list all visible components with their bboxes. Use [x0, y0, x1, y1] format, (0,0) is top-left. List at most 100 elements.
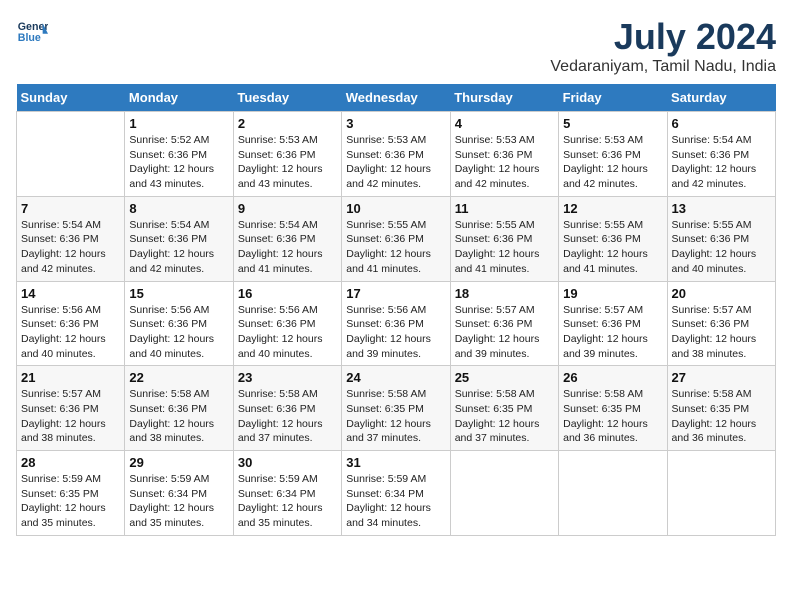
- day-info: Sunrise: 5:53 AM Sunset: 6:36 PM Dayligh…: [346, 133, 445, 192]
- calendar-cell: 25 Sunrise: 5:58 AM Sunset: 6:35 PM Dayli…: [450, 366, 558, 451]
- day-info: Sunrise: 5:54 AM Sunset: 6:36 PM Dayligh…: [21, 218, 120, 277]
- day-info: Sunrise: 5:57 AM Sunset: 6:36 PM Dayligh…: [563, 303, 662, 362]
- header-day-sunday: Sunday: [17, 84, 125, 112]
- calendar-cell: 19 Sunrise: 5:57 AM Sunset: 6:36 PM Dayli…: [559, 281, 667, 366]
- day-number: 3: [346, 116, 445, 131]
- logo-icon: General Blue: [16, 16, 48, 48]
- day-number: 19: [563, 286, 662, 301]
- calendar-week-4: 21 Sunrise: 5:57 AM Sunset: 6:36 PM Dayli…: [17, 366, 776, 451]
- day-number: 16: [238, 286, 337, 301]
- calendar-cell: 21 Sunrise: 5:57 AM Sunset: 6:36 PM Dayli…: [17, 366, 125, 451]
- day-info: Sunrise: 5:58 AM Sunset: 6:35 PM Dayligh…: [455, 387, 554, 446]
- calendar-cell: [667, 451, 775, 536]
- day-number: 25: [455, 370, 554, 385]
- day-number: 10: [346, 201, 445, 216]
- day-info: Sunrise: 5:54 AM Sunset: 6:36 PM Dayligh…: [672, 133, 771, 192]
- calendar-header-row: SundayMondayTuesdayWednesdayThursdayFrid…: [17, 84, 776, 112]
- day-info: Sunrise: 5:59 AM Sunset: 6:34 PM Dayligh…: [129, 472, 228, 531]
- day-info: Sunrise: 5:56 AM Sunset: 6:36 PM Dayligh…: [238, 303, 337, 362]
- logo: General Blue: [16, 16, 48, 48]
- day-info: Sunrise: 5:58 AM Sunset: 6:35 PM Dayligh…: [672, 387, 771, 446]
- day-info: Sunrise: 5:55 AM Sunset: 6:36 PM Dayligh…: [563, 218, 662, 277]
- calendar-week-1: 1 Sunrise: 5:52 AM Sunset: 6:36 PM Daylig…: [17, 112, 776, 197]
- day-info: Sunrise: 5:59 AM Sunset: 6:35 PM Dayligh…: [21, 472, 120, 531]
- page-title: July 2024: [550, 16, 776, 58]
- day-number: 11: [455, 201, 554, 216]
- day-number: 22: [129, 370, 228, 385]
- calendar-cell: 8 Sunrise: 5:54 AM Sunset: 6:36 PM Daylig…: [125, 196, 233, 281]
- day-info: Sunrise: 5:57 AM Sunset: 6:36 PM Dayligh…: [21, 387, 120, 446]
- calendar-cell: 24Sunrise: 5:58 AM Sunset: 6:35 PM Dayli…: [342, 366, 450, 451]
- calendar-cell: 7 Sunrise: 5:54 AM Sunset: 6:36 PM Daylig…: [17, 196, 125, 281]
- day-number: 18: [455, 286, 554, 301]
- calendar-cell: 13 Sunrise: 5:55 AM Sunset: 6:36 PM Dayli…: [667, 196, 775, 281]
- day-number: 13: [672, 201, 771, 216]
- day-info: Sunrise: 5:54 AM Sunset: 6:36 PM Dayligh…: [238, 218, 337, 277]
- day-number: 30: [238, 455, 337, 470]
- day-info: Sunrise: 5:56 AM Sunset: 6:36 PM Dayligh…: [21, 303, 120, 362]
- day-number: 20: [672, 286, 771, 301]
- day-info: Sunrise: 5:53 AM Sunset: 6:36 PM Dayligh…: [563, 133, 662, 192]
- day-info: Sunrise: 5:54 AM Sunset: 6:36 PM Dayligh…: [129, 218, 228, 277]
- calendar-cell: 15 Sunrise: 5:56 AM Sunset: 6:36 PM Dayli…: [125, 281, 233, 366]
- day-number: 4: [455, 116, 554, 131]
- day-number: 12: [563, 201, 662, 216]
- calendar-cell: 9 Sunrise: 5:54 AM Sunset: 6:36 PM Daylig…: [233, 196, 341, 281]
- calendar-cell: 20 Sunrise: 5:57 AM Sunset: 6:36 PM Dayli…: [667, 281, 775, 366]
- day-number: 1: [129, 116, 228, 131]
- day-info: Sunrise: 5:58 AM Sunset: 6:36 PM Dayligh…: [129, 387, 228, 446]
- day-number: 2: [238, 116, 337, 131]
- calendar-cell: 30 Sunrise: 5:59 AM Sunset: 6:34 PM Dayli…: [233, 451, 341, 536]
- header-day-tuesday: Tuesday: [233, 84, 341, 112]
- day-number: 31: [346, 455, 445, 470]
- day-info: Sunrise: 5:52 AM Sunset: 6:36 PM Dayligh…: [129, 133, 228, 192]
- day-number: 15: [129, 286, 228, 301]
- day-number: 9: [238, 201, 337, 216]
- calendar-cell: 16 Sunrise: 5:56 AM Sunset: 6:36 PM Dayli…: [233, 281, 341, 366]
- day-number: 7: [21, 201, 120, 216]
- page-header: General Blue July 2024 Vedaraniyam, Tami…: [16, 16, 776, 76]
- calendar-cell: 2Sunrise: 5:53 AM Sunset: 6:36 PM Daylig…: [233, 112, 341, 197]
- header-day-thursday: Thursday: [450, 84, 558, 112]
- day-number: 28: [21, 455, 120, 470]
- calendar-cell: 12 Sunrise: 5:55 AM Sunset: 6:36 PM Dayli…: [559, 196, 667, 281]
- calendar-week-2: 7 Sunrise: 5:54 AM Sunset: 6:36 PM Daylig…: [17, 196, 776, 281]
- calendar-cell: 29Sunrise: 5:59 AM Sunset: 6:34 PM Dayli…: [125, 451, 233, 536]
- day-number: 5: [563, 116, 662, 131]
- calendar-cell: 23Sunrise: 5:58 AM Sunset: 6:36 PM Dayli…: [233, 366, 341, 451]
- calendar-cell: [559, 451, 667, 536]
- calendar-cell: 5 Sunrise: 5:53 AM Sunset: 6:36 PM Daylig…: [559, 112, 667, 197]
- day-number: 21: [21, 370, 120, 385]
- day-info: Sunrise: 5:58 AM Sunset: 6:36 PM Dayligh…: [238, 387, 337, 446]
- day-info: Sunrise: 5:56 AM Sunset: 6:36 PM Dayligh…: [129, 303, 228, 362]
- calendar-cell: 26 Sunrise: 5:58 AM Sunset: 6:35 PM Dayli…: [559, 366, 667, 451]
- day-number: 26: [563, 370, 662, 385]
- day-info: Sunrise: 5:58 AM Sunset: 6:35 PM Dayligh…: [563, 387, 662, 446]
- day-info: Sunrise: 5:53 AM Sunset: 6:36 PM Dayligh…: [455, 133, 554, 192]
- day-info: Sunrise: 5:55 AM Sunset: 6:36 PM Dayligh…: [672, 218, 771, 277]
- day-info: Sunrise: 5:57 AM Sunset: 6:36 PM Dayligh…: [672, 303, 771, 362]
- title-block: July 2024 Vedaraniyam, Tamil Nadu, India: [550, 16, 776, 76]
- day-info: Sunrise: 5:57 AM Sunset: 6:36 PM Dayligh…: [455, 303, 554, 362]
- calendar-cell: 28 Sunrise: 5:59 AM Sunset: 6:35 PM Dayli…: [17, 451, 125, 536]
- calendar-cell: 4 Sunrise: 5:53 AM Sunset: 6:36 PM Daylig…: [450, 112, 558, 197]
- calendar-cell: 17Sunrise: 5:56 AM Sunset: 6:36 PM Dayli…: [342, 281, 450, 366]
- day-info: Sunrise: 5:59 AM Sunset: 6:34 PM Dayligh…: [238, 472, 337, 531]
- calendar-cell: 14 Sunrise: 5:56 AM Sunset: 6:36 PM Dayli…: [17, 281, 125, 366]
- day-info: Sunrise: 5:55 AM Sunset: 6:36 PM Dayligh…: [455, 218, 554, 277]
- calendar-cell: 10 Sunrise: 5:55 AM Sunset: 6:36 PM Dayli…: [342, 196, 450, 281]
- calendar-cell: 22 Sunrise: 5:58 AM Sunset: 6:36 PM Dayli…: [125, 366, 233, 451]
- header-day-friday: Friday: [559, 84, 667, 112]
- day-number: 8: [129, 201, 228, 216]
- calendar-table: SundayMondayTuesdayWednesdayThursdayFrid…: [16, 84, 776, 536]
- day-number: 6: [672, 116, 771, 131]
- calendar-cell: 11 Sunrise: 5:55 AM Sunset: 6:36 PM Dayli…: [450, 196, 558, 281]
- day-info: Sunrise: 5:55 AM Sunset: 6:36 PM Dayligh…: [346, 218, 445, 277]
- day-info: Sunrise: 5:58 AM Sunset: 6:35 PM Dayligh…: [346, 387, 445, 446]
- day-number: 27: [672, 370, 771, 385]
- header-day-wednesday: Wednesday: [342, 84, 450, 112]
- calendar-week-3: 14 Sunrise: 5:56 AM Sunset: 6:36 PM Dayli…: [17, 281, 776, 366]
- calendar-cell: 18 Sunrise: 5:57 AM Sunset: 6:36 PM Dayli…: [450, 281, 558, 366]
- day-number: 14: [21, 286, 120, 301]
- svg-text:Blue: Blue: [18, 32, 41, 44]
